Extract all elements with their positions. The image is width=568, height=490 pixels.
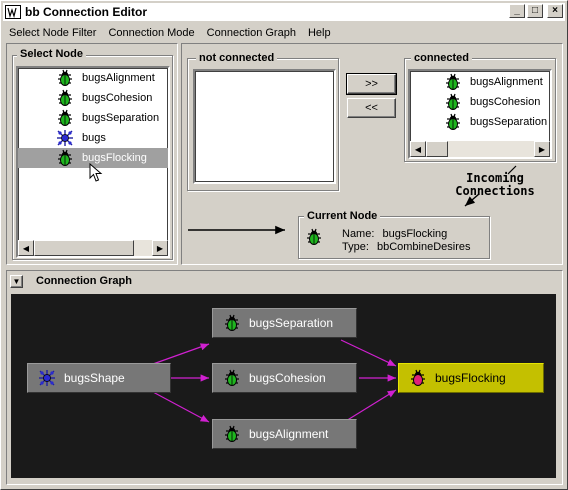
connections-panel: not connected >> << connected bugsAlignm… [181,43,563,265]
list-item-label: bugsSeparation [82,112,160,124]
name-value: bugsFlocking [382,228,448,240]
list-item[interactable]: bugsAlignment [410,72,550,92]
list-item[interactable]: bugsCohesion [410,92,550,112]
scroll-right-icon[interactable]: ▶ [534,141,550,157]
connected-label: connected [411,52,473,64]
menu-connection-graph[interactable]: Connection Graph [201,27,302,39]
bug-icon [223,425,241,443]
list-item[interactable]: bugsSeparation [18,108,168,128]
menu-select-node-filter[interactable]: Select Node Filter [3,27,102,39]
list-item[interactable]: bugs [18,128,168,148]
bug-icon [444,113,462,131]
list-item-label: bugsSeparation [470,116,548,128]
bug-icon [56,69,74,87]
graph-node-bugsshape[interactable]: bugsShape [27,363,171,393]
bugs-shape-icon [56,129,74,147]
scroll-left-icon[interactable]: ◀ [410,141,426,157]
bug-icon [223,369,241,387]
select-node-list[interactable]: bugsAlignment bugsCohesion bugsSeparatio… [16,66,170,258]
scroll-right-icon[interactable]: ▶ [152,240,168,256]
node-label: bugsSeparation [249,316,334,330]
type-label: Type: [342,241,369,253]
select-node-hscrollbar[interactable]: ◀ ▶ [18,240,168,256]
select-node-panel: Select Node bugsAlignment bugsCohesion b… [6,43,178,265]
bug-icon [56,89,74,107]
node-label: bugsFlocking [435,371,506,385]
maximize-button[interactable]: □ [527,4,543,18]
node-label: bugsShape [64,371,125,385]
not-connected-label: not connected [196,52,278,64]
incoming-connections-annotation: Incoming Connections [440,172,550,198]
bugs-shape-icon [38,369,56,387]
graph-node-bugscohesion[interactable]: bugsCohesion [212,363,357,393]
annotation-line-2: Connections [455,184,535,198]
edge-shape-alignment [152,391,210,423]
menu-help[interactable]: Help [302,27,337,39]
connection-graph-canvas[interactable]: bugsShape bugsSeparation bugsCohesion bu… [11,294,556,478]
list-item[interactable]: bugsAlignment [18,68,168,88]
bug-icon [444,93,462,111]
graph-node-bugsseparation[interactable]: bugsSeparation [212,308,357,338]
current-node-type-row: Type: bbCombineDesires [342,241,471,253]
collapse-graph-button[interactable]: ▼ [10,275,23,288]
connected-hscrollbar[interactable]: ◀ ▶ [410,141,550,157]
list-item-label: bugsAlignment [82,72,155,84]
connection-graph-label: Connection Graph [36,275,132,287]
connected-list[interactable]: bugsAlignment bugsCohesion bugsSeparatio… [408,69,552,159]
minimize-button[interactable]: _ [509,4,525,18]
node-label: bugsCohesion [249,371,326,385]
remove-connection-button[interactable]: << [347,98,396,118]
mouse-cursor-icon [89,163,103,182]
bug-icon [223,314,241,332]
window-title: bb Connection Editor [25,5,147,19]
type-value: bbCombineDesires [376,241,471,253]
bug-icon [305,228,323,246]
select-node-label: Select Node [17,48,86,60]
menu-connection-mode[interactable]: Connection Mode [102,27,200,39]
bug-icon [56,109,74,127]
menu-bar: Select Node Filter Connection Mode Conne… [3,23,565,42]
list-item-label: bugsCohesion [470,96,541,108]
current-node-label: Current Node [304,210,381,222]
app-icon [5,5,21,19]
bug-icon [409,369,427,387]
name-label: Name: [342,228,375,240]
close-button[interactable]: × [547,4,563,18]
graph-node-bugsflocking[interactable]: bugsFlocking [398,363,544,393]
connection-editor-window: bb Connection Editor _ □ × Select Node F… [0,0,568,490]
add-connection-button[interactable]: >> [346,73,397,95]
title-bar[interactable]: bb Connection Editor _ □ × [3,3,565,21]
edge-shape-separation [152,343,210,365]
bug-icon [56,149,74,167]
list-item-label: bugs [82,132,106,144]
scroll-thumb[interactable] [34,240,134,256]
scroll-thumb[interactable] [426,141,448,157]
list-item[interactable]: bugsSeparation [410,112,550,132]
node-label: bugsAlignment [249,427,329,441]
current-node-name-row: Name: bugsFlocking [342,228,447,240]
list-item-label: bugsAlignment [470,76,543,88]
list-item[interactable]: bugsCohesion [18,88,168,108]
graph-node-bugsalignment[interactable]: bugsAlignment [212,419,357,449]
list-item-label: bugsCohesion [82,92,153,104]
not-connected-list[interactable] [193,69,336,184]
bug-icon [444,73,462,91]
scroll-left-icon[interactable]: ◀ [18,240,34,256]
